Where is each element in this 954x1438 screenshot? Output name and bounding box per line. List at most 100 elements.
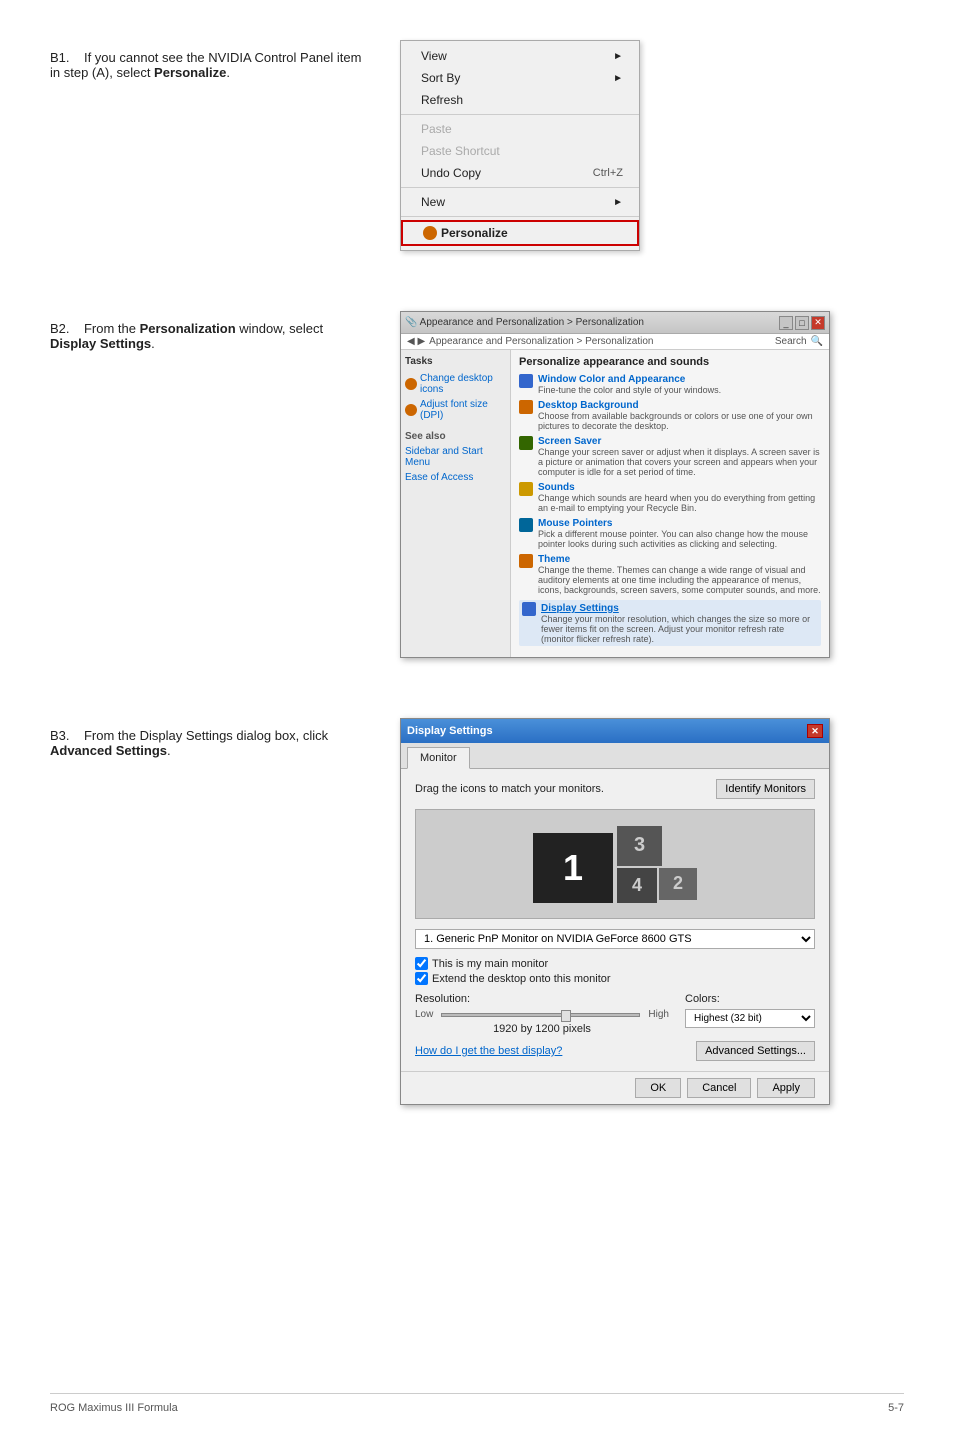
- section-b1-image: View ► Sort By ► Refresh Paste: [400, 40, 904, 251]
- monitor-4[interactable]: 4: [617, 868, 657, 903]
- menu-item-personalize[interactable]: Personalize: [401, 220, 639, 246]
- menu-item-sortby[interactable]: Sort By ►: [401, 67, 639, 89]
- menu-item-paste-shortcut[interactable]: Paste Shortcut: [401, 140, 639, 162]
- sidebar-tasks-label: Tasks: [405, 356, 506, 367]
- monitor-2[interactable]: 2: [659, 868, 697, 900]
- persona-item-desktop-bg[interactable]: Desktop Background Choose from available…: [519, 400, 821, 431]
- ds-checkboxes: This is my main monitor Extend the deskt…: [415, 957, 815, 985]
- advanced-settings-button[interactable]: Advanced Settings...: [696, 1041, 815, 1061]
- ds-tabs: Monitor: [401, 743, 829, 769]
- ds-monitors-area: 1 3 4 2: [415, 809, 815, 919]
- section-b2-image: 📎 Appearance and Personalization > Perso…: [400, 311, 904, 658]
- b1-label: B1. If you cannot see the NVIDIA Control…: [50, 50, 370, 80]
- resolution-value: 1920 by 1200 pixels: [415, 1023, 669, 1035]
- persona-item-theme[interactable]: Theme Change the theme. Themes can chang…: [519, 554, 821, 595]
- ds-resolution-section: Resolution: Low High 1920 by 1200 pixels: [415, 993, 669, 1035]
- desktop-bg-icon: [519, 400, 533, 414]
- arrow-icon: ►: [613, 197, 623, 208]
- menu-item-refresh[interactable]: Refresh: [401, 89, 639, 111]
- ds-instruction-row: Drag the icons to match your monitors. I…: [415, 779, 815, 799]
- resolution-high-label: High: [648, 1009, 669, 1020]
- sidebar-item-sidebar-menu[interactable]: Sidebar and Start Menu: [405, 444, 506, 470]
- sidebar-item-icon: [405, 378, 417, 390]
- persona-item-window-color[interactable]: Window Color and Appearance Fine-tune th…: [519, 374, 821, 395]
- tab-monitor[interactable]: Monitor: [407, 747, 470, 769]
- footer-right: 5-7: [888, 1402, 904, 1414]
- sidebar-item-change-desktop[interactable]: Change desktop icons: [405, 371, 506, 397]
- slider-thumb[interactable]: [561, 1010, 571, 1022]
- monitor-3[interactable]: 3: [617, 826, 662, 866]
- apply-button[interactable]: Apply: [757, 1078, 815, 1098]
- monitor-select-row: 1. Generic PnP Monitor on NVIDIA GeForce…: [415, 929, 815, 949]
- identify-monitors-button[interactable]: Identify Monitors: [716, 779, 815, 799]
- monitor-1[interactable]: 1: [533, 833, 613, 903]
- monitor-dropdown[interactable]: 1. Generic PnP Monitor on NVIDIA GeForce…: [415, 929, 815, 949]
- persona-main: Personalize appearance and sounds Window…: [511, 350, 829, 657]
- menu-item-view[interactable]: View ►: [401, 45, 639, 67]
- checkbox-extend-desktop[interactable]: Extend the desktop onto this monitor: [415, 972, 815, 985]
- ds-resolution-colors: Resolution: Low High 1920 by 1200 pixels: [415, 993, 815, 1035]
- section-b3: B3. From the Display Settings dialog box…: [50, 718, 904, 1105]
- section-b1-text: B1. If you cannot see the NVIDIA Control…: [50, 40, 370, 86]
- ds-titlebar-buttons: ✕: [807, 724, 823, 738]
- personalization-window: 📎 Appearance and Personalization > Perso…: [400, 311, 830, 658]
- ok-button[interactable]: OK: [635, 1078, 681, 1098]
- menu-item-undo-copy[interactable]: Undo Copy Ctrl+Z: [401, 162, 639, 184]
- persona-item-screen-saver[interactable]: Screen Saver Change your screen saver or…: [519, 436, 821, 477]
- monitors-group: 1 3 4 2: [533, 826, 697, 903]
- address-bar: ◀ ▶ Appearance and Personalization > Per…: [401, 334, 829, 350]
- main-monitor-checkbox[interactable]: [415, 957, 428, 970]
- cancel-button[interactable]: Cancel: [687, 1078, 751, 1098]
- ds-title: Display Settings: [407, 725, 493, 737]
- ds-bottom-row: How do I get the best display? Advanced …: [415, 1041, 815, 1061]
- sounds-icon: [519, 482, 533, 496]
- colors-dropdown[interactable]: Highest (32 bit): [685, 1009, 815, 1028]
- b3-label: B3. From the Display Settings dialog box…: [50, 728, 370, 758]
- ds-buttons-row: OK Cancel Apply: [401, 1071, 829, 1104]
- close-button[interactable]: ✕: [811, 316, 825, 330]
- persona-item-display[interactable]: Display Settings Change your monitor res…: [519, 600, 821, 646]
- maximize-button[interactable]: □: [795, 316, 809, 330]
- section-b2-text: B2. From the Personalization window, sel…: [50, 311, 370, 357]
- ds-instruction-text: Drag the icons to match your monitors.: [415, 783, 604, 795]
- separator: [401, 114, 639, 115]
- sidebar-item-ease-of-access[interactable]: Ease of Access: [405, 470, 506, 485]
- menu-item-paste[interactable]: Paste: [401, 118, 639, 140]
- ds-titlebar: Display Settings ✕: [401, 719, 829, 743]
- mouse-icon: [519, 518, 533, 532]
- colors-label: Colors:: [685, 993, 815, 1005]
- persona-main-title: Personalize appearance and sounds: [519, 356, 821, 368]
- arrow-icon: ►: [613, 73, 623, 84]
- section-b3-text: B3. From the Display Settings dialog box…: [50, 718, 370, 764]
- section-b1: B1. If you cannot see the NVIDIA Control…: [50, 40, 904, 251]
- theme-icon: [519, 554, 533, 568]
- persona-item-mouse[interactable]: Mouse Pointers Pick a different mouse po…: [519, 518, 821, 549]
- persona-sidebar: Tasks Change desktop icons Adjust font s…: [401, 350, 511, 657]
- resolution-label: Resolution:: [415, 993, 669, 1005]
- window-body: Tasks Change desktop icons Adjust font s…: [401, 350, 829, 657]
- sidebar-see-also-label: See also: [405, 431, 506, 442]
- display-settings-dialog: Display Settings ✕ Monitor Drag the icon…: [400, 718, 830, 1105]
- arrow-icon: ►: [613, 51, 623, 62]
- screen-saver-icon: [519, 436, 533, 450]
- personalize-icon: [423, 226, 437, 240]
- sidebar-item-font-size[interactable]: Adjust font size (DPI): [405, 397, 506, 423]
- window-color-icon: [519, 374, 533, 388]
- checkbox-main-monitor[interactable]: This is my main monitor: [415, 957, 815, 970]
- section-b3-image: Display Settings ✕ Monitor Drag the icon…: [400, 718, 904, 1105]
- section-b2: B2. From the Personalization window, sel…: [50, 311, 904, 658]
- extend-desktop-checkbox[interactable]: [415, 972, 428, 985]
- ds-content: Drag the icons to match your monitors. I…: [401, 769, 829, 1071]
- best-display-link[interactable]: How do I get the best display?: [415, 1045, 562, 1057]
- persona-item-sounds[interactable]: Sounds Change which sounds are heard whe…: [519, 482, 821, 513]
- menu-item-new[interactable]: New ►: [401, 191, 639, 213]
- resolution-low-label: Low: [415, 1009, 433, 1020]
- resolution-slider[interactable]: [441, 1013, 640, 1017]
- minimize-button[interactable]: _: [779, 316, 793, 330]
- page-footer: ROG Maximus III Formula 5-7: [50, 1393, 904, 1414]
- separator: [401, 187, 639, 188]
- footer-left: ROG Maximus III Formula: [50, 1402, 178, 1414]
- ds-close-button[interactable]: ✕: [807, 724, 823, 738]
- ds-colors-section: Colors: Highest (32 bit): [685, 993, 815, 1028]
- b2-label: B2. From the Personalization window, sel…: [50, 321, 370, 351]
